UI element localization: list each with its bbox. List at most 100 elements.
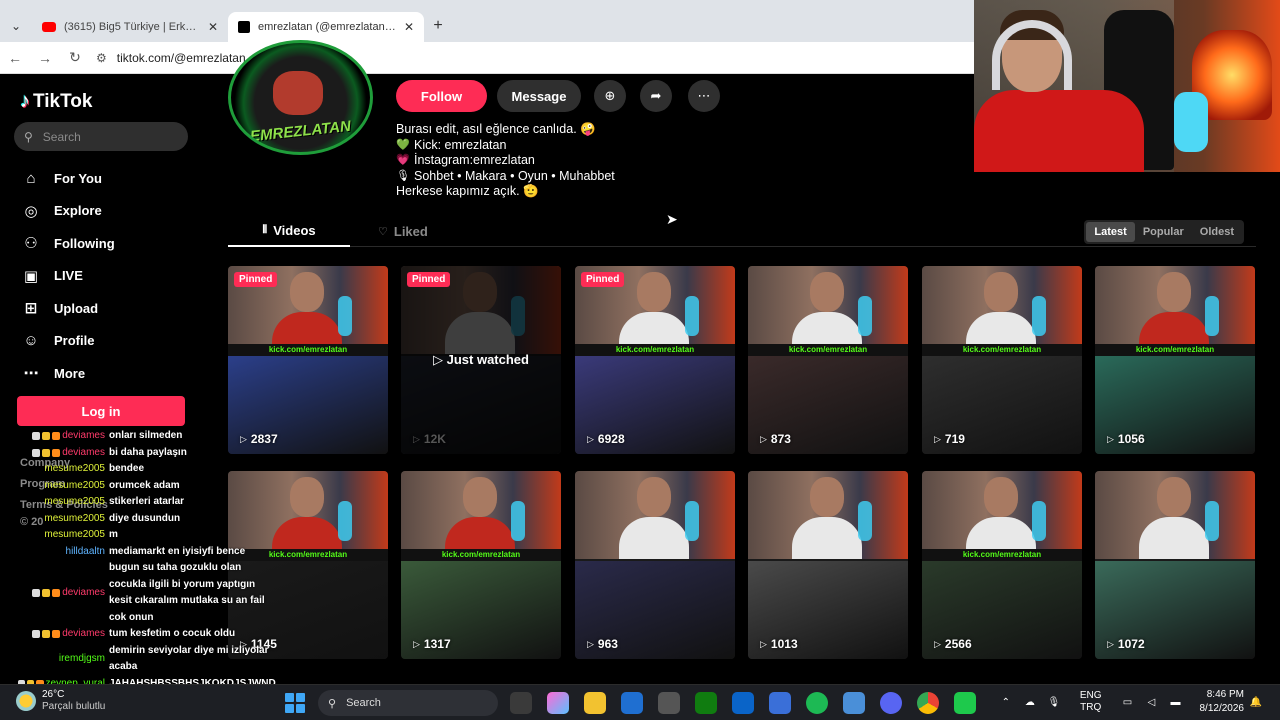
chat-badge-icon [32,432,41,441]
sidebar-item-live[interactable]: ▣ LIVE [20,260,115,293]
editor-icon[interactable] [769,692,791,714]
address-bar: ← → ↻ ⚙ tiktok.com/@emrezlatan [0,42,974,74]
video-card[interactable]: ▷ 1072 [1095,471,1255,659]
volume-icon[interactable]: ◁ [1144,695,1160,709]
browser-tab-youtube[interactable]: (3615) Big5 Türkiye | Erkek Haz ✕ [32,12,228,42]
profile-avatar: EMREZLATAN [228,40,373,155]
tiktok-logo[interactable]: ♪ TikTok [20,90,92,113]
video-card[interactable]: kick.com/emrezlatan ▷ 1056 [1095,266,1255,454]
share-icon[interactable]: ➦ [640,80,672,112]
chat-badge-icon [52,630,61,639]
video-card[interactable]: kick.com/emrezlatan Pinned ▷ 6928 [575,266,735,454]
video-card[interactable]: ▷ 963 [575,471,735,659]
video-card[interactable]: kick.com/emrezlatan ▷ 2566 [922,471,1082,659]
xbox-icon[interactable] [695,692,717,714]
lang-top: ENG [1079,690,1102,701]
search-placeholder: Search [42,129,81,144]
add-friend-icon[interactable]: ⊕ [594,80,626,112]
spotify-icon[interactable] [806,692,828,714]
following-icon: ⚇ [24,235,38,253]
kick-banner: kick.com/emrezlatan [922,549,1082,561]
video-card[interactable]: ▷ Just watched Pinned ▷ 12K [401,266,561,454]
login-button[interactable]: Log in [17,396,185,426]
battery-icon[interactable]: ▬ [1168,695,1184,709]
microphone-icon [858,296,872,336]
sort-popular[interactable]: Popular [1135,222,1192,242]
reload-icon[interactable]: ↻ [60,49,90,66]
browser-tab-tiktok[interactable]: emrezlatan (@emrezlatan) | Tik ✕ [228,12,424,42]
sidebar-item-following[interactable]: ⚇ Following [20,227,114,260]
chevron-up-icon[interactable]: ⌃ [998,695,1014,709]
new-tab-icon[interactable]: + [424,17,452,35]
site-info-icon[interactable]: ⚙ [96,51,107,65]
message-button[interactable]: Message [497,80,581,112]
taskbar-search[interactable]: ⚲ Search [318,690,498,716]
sidebar-item-upload[interactable]: ⊞ Upload [20,292,115,325]
chat-badge-icon [52,589,61,597]
microphone-icon: 🎙 [396,169,410,182]
streamer-shirt [619,517,689,559]
video-card[interactable]: kick.com/emrezlatan Pinned ▷ 2837 [228,266,388,454]
chat-username: hilldaaltn [18,544,109,561]
copilot-icon[interactable] [547,692,569,714]
network-icon[interactable]: ▭ [1120,695,1136,709]
play-icon: ▷ [587,433,594,444]
just-watched-text: Just watched [446,352,529,367]
lang-bottom: TRQ [1080,702,1102,713]
more-options-icon[interactable]: ⋯ [688,80,720,112]
kick-app-icon[interactable] [954,692,976,714]
language-indicator[interactable]: ENG TRQ [1080,690,1102,714]
sidebar-item-label: Upload [54,300,99,316]
sidebar-item-for-you[interactable]: ⌂ For You [20,162,115,195]
tab-search-chevron-icon[interactable]: ⌄ [0,10,32,42]
bio-text: Kick: emrezlatan [414,137,507,152]
url-field[interactable]: ⚙ tiktok.com/@emrezlatan [96,45,974,71]
close-icon[interactable]: ✕ [208,20,218,34]
forward-icon[interactable]: → [30,50,60,66]
view-count-text: 6928 [597,432,625,446]
search-input[interactable]: ⚲ Search [14,122,188,151]
microphone-icon[interactable]: 🎙 [1046,695,1062,709]
video-card[interactable]: kick.com/emrezlatan ▷ 873 [748,266,908,454]
chrome-icon[interactable] [917,692,939,714]
follow-button[interactable]: Follow [396,80,487,112]
microsoft-store-icon[interactable] [621,692,643,714]
sort-latest[interactable]: Latest [1086,222,1135,242]
play-icon: ▷ [413,638,420,649]
app-icon[interactable] [658,692,680,714]
discord-icon[interactable] [880,692,902,714]
sort-oldest[interactable]: Oldest [1192,222,1242,242]
tab-label: Videos [273,223,316,238]
tab-videos[interactable]: ⦀ Videos [228,216,350,247]
file-explorer-icon[interactable] [584,692,606,714]
outlook-icon[interactable] [732,692,754,714]
close-icon[interactable]: ✕ [404,20,414,34]
chat-username: deviames [18,445,109,462]
chat-username-text: mesume2005 [44,479,105,491]
chat-message: deviames tum kesfetim o cocuk oldu [18,626,278,643]
tab-liked[interactable]: ♡ Liked [378,216,428,247]
video-card[interactable]: kick.com/emrezlatan ▷ 719 [922,266,1082,454]
sidebar-item-explore[interactable]: ◎ Explore [20,195,115,228]
notification-bell-icon[interactable]: 🔔 [1248,695,1264,709]
video-card[interactable]: ▷ 1013 [748,471,908,659]
compass-icon: ◎ [24,202,38,220]
cloud-icon[interactable]: ☁ [1022,695,1038,709]
back-icon[interactable]: ← [0,50,30,66]
avatar-text: EMREZLATAN [249,117,352,146]
video-card[interactable]: kick.com/emrezlatan ▷ 1317 [401,471,561,659]
kick-banner: kick.com/emrezlatan [1095,344,1255,356]
bio-line: Burası edit, asıl eğlence canlıda. 🤪 [396,122,615,138]
mouse-cursor-icon: ➤ [666,211,678,227]
chat-badge-icon [52,432,61,441]
task-view-icon[interactable] [510,692,532,714]
weather-widget[interactable]: 26°C Parçalı bulutlu [16,689,105,713]
chat-message: iremdjgsm demirin seviyolar diye mi izliy… [18,643,278,676]
windows-start-icon[interactable] [285,693,305,713]
sidebar-item-profile[interactable]: ☺ Profile [20,325,115,358]
clock-time: 8:46 PM [1206,689,1244,700]
sidebar-item-more[interactable]: ⋯ More [20,357,115,390]
weather-desc: Parçalı bulutlu [42,701,106,712]
settings-gear-icon[interactable] [843,692,865,714]
clock[interactable]: 8:46 PM 8/12/2026 [1200,688,1245,716]
